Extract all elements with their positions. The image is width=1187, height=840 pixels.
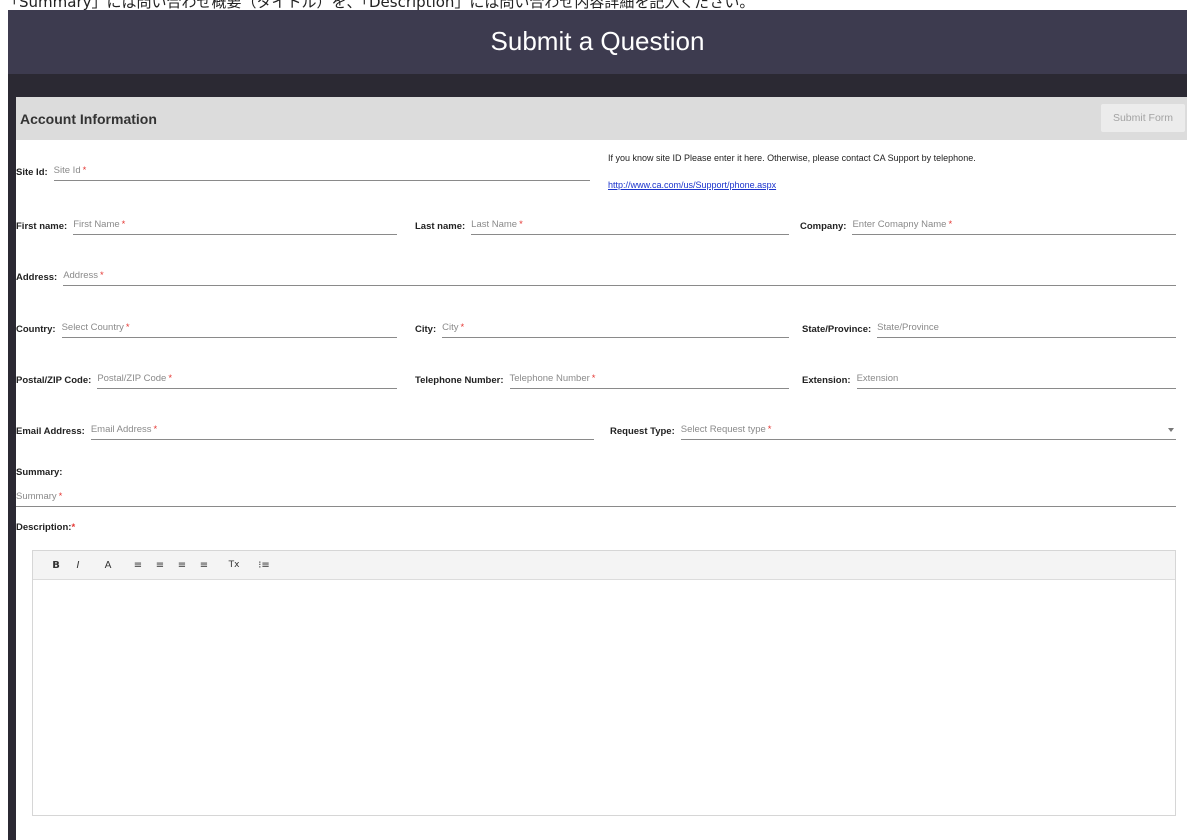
form-container: Account Information Submit Form Site Id:… bbox=[16, 97, 1187, 840]
city-field[interactable]: City: City * bbox=[415, 316, 789, 338]
description-textarea[interactable] bbox=[33, 580, 1175, 815]
submit-form-button[interactable]: Submit Form bbox=[1101, 104, 1185, 132]
app-header: Submit a Question bbox=[8, 10, 1187, 74]
postal-placeholder: Postal/ZIP Code * bbox=[97, 373, 173, 384]
italic-button[interactable]: I bbox=[67, 555, 89, 575]
last-name-label: Last name: bbox=[415, 221, 466, 232]
request-type-field[interactable]: Request Type: Select Request type * bbox=[610, 418, 1176, 440]
align-right-button[interactable]: ≡ bbox=[171, 555, 193, 575]
city-input[interactable]: City * bbox=[442, 316, 789, 338]
section-header: Account Information Submit Form bbox=[16, 97, 1187, 140]
company-field[interactable]: Company: Enter Comapny Name * bbox=[800, 213, 1176, 235]
country-placeholder: Select Country * bbox=[61, 322, 130, 333]
postal-input[interactable]: Postal/ZIP Code * bbox=[97, 367, 397, 389]
postal-label: Postal/ZIP Code: bbox=[16, 375, 92, 386]
left-rail bbox=[8, 97, 16, 840]
telephone-label: Telephone Number: bbox=[415, 375, 504, 386]
chevron-down-icon[interactable] bbox=[1168, 428, 1174, 432]
site-id-input[interactable]: Site Id * bbox=[53, 159, 590, 181]
header-band bbox=[8, 74, 1187, 97]
postal-field[interactable]: Postal/ZIP Code: Postal/ZIP Code * bbox=[16, 367, 397, 389]
telephone-placeholder: Telephone Number * bbox=[509, 373, 596, 384]
justify-button[interactable]: ≡ bbox=[193, 555, 215, 575]
email-placeholder: Email Address * bbox=[90, 424, 158, 435]
description-editor[interactable]: B I A ≡ ≡ ≡ ≡ Tx ⁝≡ bbox=[32, 550, 1176, 816]
email-label: Email Address: bbox=[16, 426, 85, 437]
address-input[interactable]: Address * bbox=[63, 264, 1176, 286]
email-field[interactable]: Email Address: Email Address * bbox=[16, 418, 594, 440]
last-name-input[interactable]: Last Name * bbox=[471, 213, 789, 235]
summary-input[interactable]: Summary * bbox=[16, 485, 1176, 507]
country-label: Country: bbox=[16, 324, 56, 335]
address-label: Address: bbox=[16, 272, 58, 283]
email-input[interactable]: Email Address * bbox=[90, 418, 594, 440]
first-name-label: First name: bbox=[16, 221, 68, 232]
bold-button[interactable]: B bbox=[45, 555, 67, 575]
description-label: Description:* bbox=[16, 522, 76, 533]
first-name-input[interactable]: First Name * bbox=[73, 213, 397, 235]
country-field[interactable]: Country: Select Country * bbox=[16, 316, 397, 338]
support-phone-link[interactable]: http://www.ca.com/us/Support/phone.aspx bbox=[608, 180, 776, 190]
last-name-field[interactable]: Last name: Last Name * bbox=[415, 213, 789, 235]
align-center-button[interactable]: ≡ bbox=[149, 555, 171, 575]
extension-input[interactable]: Extension bbox=[856, 367, 1176, 389]
extension-label: Extension: bbox=[802, 375, 851, 386]
extension-placeholder: Extension bbox=[856, 373, 899, 384]
first-name-placeholder: First Name * bbox=[73, 219, 126, 230]
page-title: Submit a Question bbox=[490, 25, 705, 56]
address-placeholder: Address * bbox=[63, 270, 104, 281]
font-color-button[interactable]: A bbox=[97, 555, 119, 575]
city-label: City: bbox=[415, 324, 437, 335]
first-name-field[interactable]: First name: First Name * bbox=[16, 213, 397, 235]
city-placeholder: City * bbox=[442, 322, 465, 333]
summary-label: Summary: bbox=[16, 467, 63, 478]
last-name-placeholder: Last Name * bbox=[471, 219, 523, 230]
site-id-placeholder: Site Id * bbox=[53, 165, 87, 176]
telephone-field[interactable]: Telephone Number: Telephone Number * bbox=[415, 367, 789, 389]
company-placeholder: Enter Comapny Name * bbox=[852, 219, 953, 230]
site-id-field[interactable]: Site Id: Site Id * bbox=[16, 159, 590, 181]
state-label: State/Province: bbox=[802, 324, 872, 335]
section-title: Account Information bbox=[20, 110, 157, 127]
company-input[interactable]: Enter Comapny Name * bbox=[852, 213, 1176, 235]
editor-toolbar: B I A ≡ ≡ ≡ ≡ Tx ⁝≡ bbox=[33, 551, 1175, 580]
request-type-placeholder: Select Request type * bbox=[680, 424, 772, 435]
state-field[interactable]: State/Province: State/Province bbox=[802, 316, 1176, 338]
extension-field[interactable]: Extension: Extension bbox=[802, 367, 1176, 389]
align-left-button[interactable]: ≡ bbox=[127, 555, 149, 575]
country-select[interactable]: Select Country * bbox=[61, 316, 397, 338]
request-type-select[interactable]: Select Request type * bbox=[680, 418, 1176, 440]
clear-format-button[interactable]: Tx bbox=[223, 555, 245, 575]
list-button[interactable]: ⁝≡ bbox=[253, 555, 275, 575]
company-label: Company: bbox=[800, 221, 847, 232]
state-placeholder: State/Province bbox=[877, 322, 939, 333]
address-field[interactable]: Address: Address * bbox=[16, 264, 1176, 286]
site-id-help-text: If you know site ID Please enter it here… bbox=[608, 153, 976, 163]
telephone-input[interactable]: Telephone Number * bbox=[509, 367, 789, 389]
site-id-label: Site Id: bbox=[16, 167, 48, 178]
state-input[interactable]: State/Province bbox=[877, 316, 1176, 338]
request-type-label: Request Type: bbox=[610, 426, 675, 437]
summary-placeholder: Summary * bbox=[16, 491, 63, 502]
